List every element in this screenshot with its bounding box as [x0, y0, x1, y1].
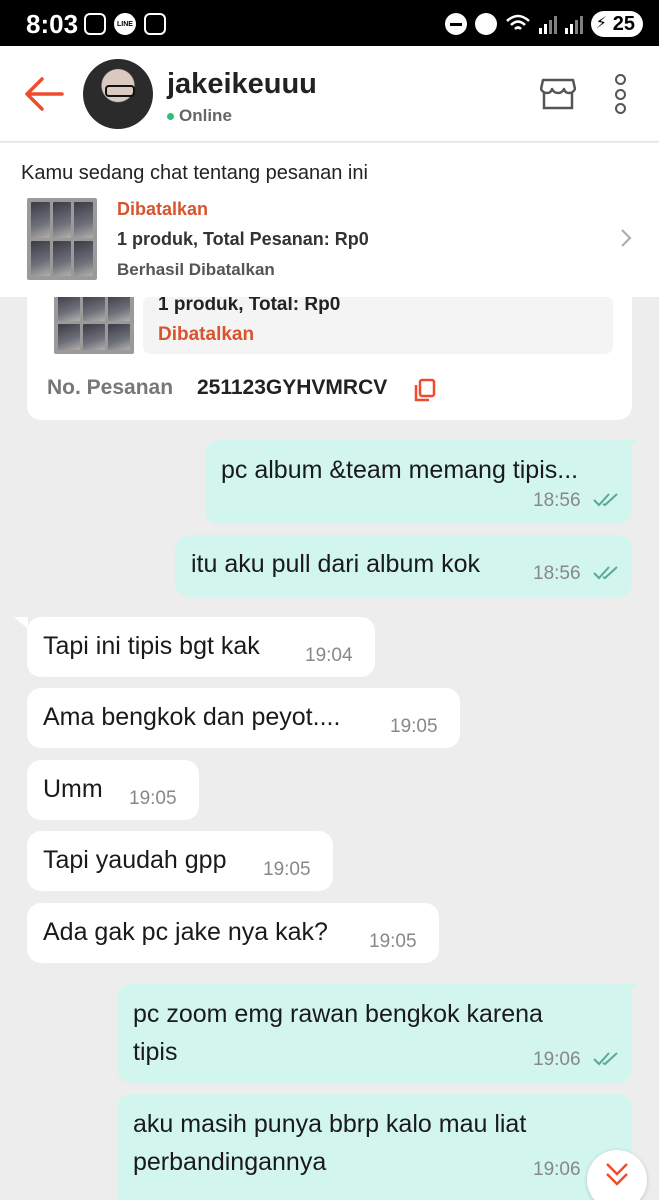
order-banner[interactable]: Kamu sedang chat tentang pesanan ini Dib…: [0, 143, 659, 297]
order-banner-title: Kamu sedang chat tentang pesanan ini: [21, 162, 368, 184]
sync-icon: [474, 13, 497, 35]
double-chevron-down-icon: [606, 1163, 628, 1186]
clock: 8:03: [26, 9, 79, 39]
order-card-product-image: [54, 290, 134, 354]
message-time: 18:56: [533, 490, 581, 511]
message-incoming[interactable]: Tapi ini tipis bgt kak 19:04: [27, 617, 375, 677]
message-incoming[interactable]: Tapi yaudah gpp 19:05: [27, 831, 333, 891]
message-text: Umm: [43, 775, 103, 803]
wifi-icon: [505, 14, 530, 30]
message-outgoing[interactable]: itu aku pull dari album kok 18:56: [175, 535, 632, 597]
message-time: 19:05: [369, 931, 417, 952]
message-text: itu aku pull dari album kok: [191, 550, 481, 578]
status-bar: 8:03 LINE 25: [0, 0, 659, 46]
message-time: 19:06: [533, 1159, 581, 1180]
contact-name[interactable]: jakeikeuuu: [167, 68, 317, 101]
message-text-line-2: tipis: [133, 1038, 178, 1066]
message-text-line-1: pc zoom emg rawan bengkok karena: [133, 1000, 543, 1028]
chevron-right-icon[interactable]: [620, 228, 632, 248]
shop-icon[interactable]: [540, 78, 576, 110]
signal-icon: [538, 14, 557, 34]
chat-header: jakeikeuuu Online: [0, 46, 659, 142]
signal-icon-2: [564, 14, 583, 34]
message-time: 19:06: [533, 1049, 581, 1070]
message-text: pc album &team memang tipis...: [221, 456, 579, 484]
presence-label: Online: [179, 106, 232, 125]
do-not-disturb-icon: [444, 13, 467, 35]
order-number-label: No. Pesanan: [47, 376, 174, 399]
message-time: 19:04: [305, 645, 353, 666]
message-incoming[interactable]: Umm 19:05: [27, 760, 199, 820]
copy-icon[interactable]: [414, 378, 436, 402]
bubble-tail: [14, 617, 28, 629]
presence-status: Online: [167, 106, 232, 126]
message-outgoing[interactable]: pc album &team memang tipis... 18:56: [205, 440, 632, 524]
message-incoming[interactable]: Ada gak pc jake nya kak? 19:05: [27, 903, 439, 963]
message-incoming[interactable]: Ama bengkok dan peyot.... 19:05: [27, 688, 460, 748]
message-text: Ada gak pc jake nya kak?: [43, 918, 328, 946]
message-text: Tapi ini tipis bgt kak: [43, 632, 260, 660]
order-banner-sub-status: Berhasil Dibatalkan: [117, 260, 275, 279]
message-text: Ama bengkok dan peyot....: [43, 703, 341, 731]
battery-indicator: 25: [590, 11, 643, 37]
message-outgoing[interactable]: pc zoom emg rawan bengkok karena tipis 1…: [117, 984, 632, 1083]
order-card-status: Dibatalkan: [158, 324, 255, 345]
message-time: 19:05: [263, 859, 311, 880]
message-text: Tapi yaudah gpp: [43, 846, 227, 874]
line-app-icon: LINE: [114, 13, 136, 35]
screen-record-icon: [84, 13, 106, 35]
double-check-icon: [593, 566, 618, 580]
message-outgoing[interactable]: aku masih punya bbrp kalo mau liat perba…: [117, 1094, 632, 1200]
instagram-icon: [144, 13, 166, 35]
order-card-summary: 1 produk, Total: Rp0: [158, 294, 341, 315]
message-text-line-2: perbandingannya: [133, 1148, 327, 1176]
message-time: 19:05: [390, 716, 438, 737]
scroll-to-bottom-button[interactable]: [587, 1150, 647, 1200]
order-banner-status: Dibatalkan: [117, 199, 209, 219]
double-check-icon: [593, 1052, 618, 1066]
order-banner-summary: 1 produk, Total Pesanan: Rp0: [117, 229, 369, 249]
order-number: 251123GYHVMRCV: [197, 376, 388, 399]
avatar[interactable]: [83, 59, 153, 129]
message-text-line-1: aku masih punya bbrp kalo mau liat: [133, 1110, 527, 1138]
order-banner-product-image: [27, 198, 97, 280]
more-options-icon[interactable]: [611, 74, 629, 114]
double-check-icon: [593, 493, 618, 507]
back-arrow-icon[interactable]: [22, 74, 66, 114]
online-dot: [167, 113, 174, 121]
message-time: 18:56: [533, 563, 581, 584]
message-time: 19:05: [129, 788, 177, 809]
